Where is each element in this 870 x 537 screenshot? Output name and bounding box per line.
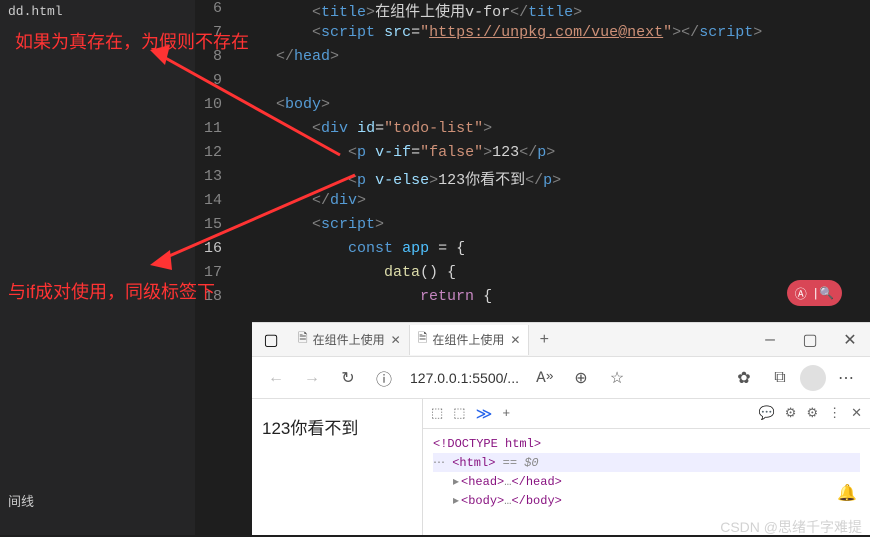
close-icon[interactable]: ✕ <box>510 333 520 347</box>
browser-tab-2[interactable]: 🗎 在组件上使用 ✕ <box>410 325 530 355</box>
file-icon: 🗎 <box>298 329 308 350</box>
devtools-elements[interactable]: <!DOCTYPE html> ⋯ <html> == $0 ▸<head>…<… <box>423 429 870 516</box>
browser-toolbar: ← → ↻ ⓘ 127.0.0.1:5500/... A» ⊕ ☆ ✿ ⧉ ⋯ <box>252 357 870 399</box>
search-icon: |🔍 <box>812 286 834 301</box>
page-text: 123你看不到 <box>262 414 412 439</box>
maximize-button[interactable]: ▢ <box>790 325 830 355</box>
annotation-text-1: 如果为真存在，为假则不存在 <box>15 28 249 54</box>
gear-icon[interactable]: ⚙ <box>806 406 818 421</box>
window-icon[interactable]: ▢ <box>256 325 286 355</box>
plus-icon[interactable]: + <box>502 406 510 421</box>
settings-icon[interactable]: ⚙ <box>785 406 797 421</box>
browser-tab-1[interactable]: 🗎 在组件上使用 ✕ <box>290 325 410 355</box>
tab-title: 在组件上使用 <box>432 331 504 348</box>
inspect-icon[interactable]: ⬚ <box>431 406 443 421</box>
forward-button[interactable]: → <box>296 362 328 394</box>
device-icon[interactable]: ⬚ <box>453 406 465 421</box>
arrow-2 <box>140 165 370 275</box>
new-tab-button[interactable]: + <box>529 331 559 349</box>
devtools-tabs: ⬚ ⬚ ≫ + 💬 ⚙ ⚙ ⋮ ✕ <box>423 399 870 429</box>
more-tabs-icon[interactable]: ≫ <box>476 404 493 424</box>
tab-title: 在组件上使用 <box>313 331 385 348</box>
file-tab[interactable]: dd.html <box>0 0 195 23</box>
collections-button[interactable]: ⧉ <box>764 362 796 394</box>
extensions-button[interactable]: ✿ <box>728 362 760 394</box>
arrow-1 <box>140 40 350 170</box>
back-button[interactable]: ← <box>260 362 292 394</box>
menu-button[interactable]: ⋯ <box>830 362 862 394</box>
url-bar[interactable]: 127.0.0.1:5500/... <box>410 370 519 386</box>
notification-bell-icon[interactable]: 🔔 <box>837 483 857 503</box>
annotation-text-2: 与if成对使用，同级标签下 <box>8 278 215 304</box>
zoom-button[interactable]: ⊕ <box>565 362 597 394</box>
browser-window: ▢ 🗎 在组件上使用 ✕ 🗎 在组件上使用 ✕ + — ▢ ✕ ← → ↻ ⓘ … <box>252 322 870 535</box>
close-button[interactable]: ✕ <box>830 325 870 355</box>
minimize-button[interactable]: — <box>750 325 790 355</box>
favorite-button[interactable]: ☆ <box>601 362 633 394</box>
refresh-button[interactable]: ↻ <box>332 362 364 394</box>
close-icon[interactable]: ✕ <box>391 333 401 347</box>
file-icon: 🗎 <box>418 329 428 350</box>
kebab-icon[interactable]: ⋮ <box>828 406 841 421</box>
sidebar-bottom-label: 间线 <box>8 491 34 510</box>
ai-icon: Ⓐ <box>795 285 807 302</box>
chat-icon[interactable]: 💬 <box>759 406 775 421</box>
reader-button[interactable]: A» <box>529 362 561 394</box>
close-devtools-icon[interactable]: ✕ <box>851 406 862 421</box>
avatar[interactable] <box>800 365 826 391</box>
devtools-panel: ⬚ ⬚ ≫ + 💬 ⚙ ⚙ ⋮ ✕ <!DOCTYPE html> ⋯ <htm… <box>422 399 870 535</box>
info-icon[interactable]: ⓘ <box>368 362 400 394</box>
page-content: 123你看不到 <box>252 399 422 535</box>
watermark: CSDN @思绪千字难提 <box>720 517 862 537</box>
ai-badge[interactable]: Ⓐ |🔍 <box>787 280 842 306</box>
browser-titlebar: ▢ 🗎 在组件上使用 ✕ 🗎 在组件上使用 ✕ + — ▢ ✕ <box>252 323 870 357</box>
line-number: 6 <box>195 0 240 24</box>
